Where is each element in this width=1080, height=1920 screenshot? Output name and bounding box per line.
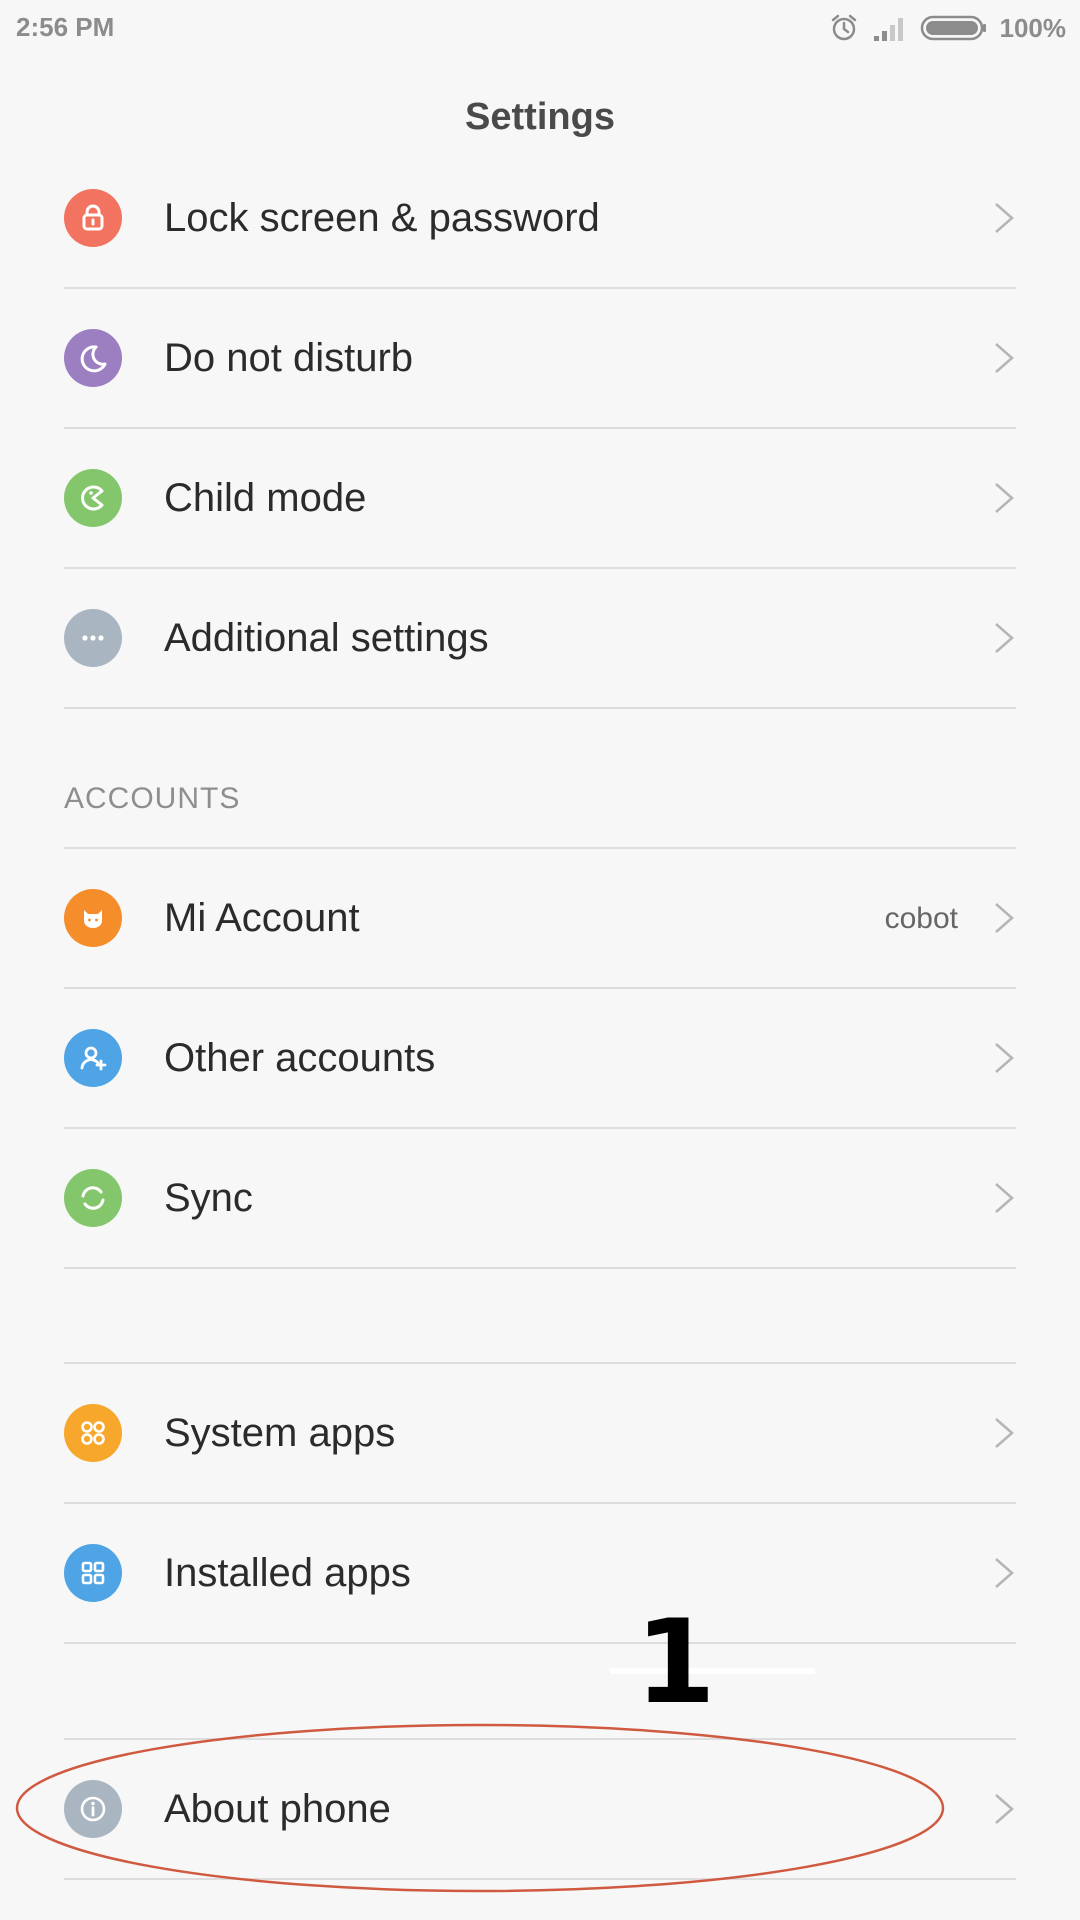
moon-icon — [64, 329, 122, 387]
settings-item-label: Do not disturb — [164, 336, 414, 380]
info-icon — [64, 1780, 122, 1838]
annotation-number: 1 — [635, 1595, 716, 1730]
settings-item-installed-apps[interactable]: Installed apps — [64, 1503, 1016, 1643]
lock-icon — [64, 189, 122, 247]
add-user-icon — [64, 1029, 122, 1087]
more-icon — [64, 609, 122, 667]
settings-item-about-phone[interactable]: About phone — [64, 1739, 1016, 1879]
settings-item-child-mode[interactable]: Child mode — [64, 428, 1016, 568]
chevron-right-icon — [995, 1418, 1014, 1448]
settings-item-other-accounts[interactable]: Other accounts — [64, 988, 1016, 1128]
signal-icon — [873, 18, 903, 41]
alarm-icon — [831, 14, 856, 41]
battery-icon — [920, 15, 986, 41]
system-apps-icon — [64, 1404, 122, 1462]
chevron-right-icon — [995, 203, 1014, 233]
divider — [64, 1878, 1016, 1880]
divider — [64, 1642, 1016, 1644]
settings-item-additional-settings[interactable]: Additional settings — [64, 568, 1016, 708]
sync-icon — [64, 1169, 122, 1227]
divider — [64, 707, 1016, 709]
chevron-right-icon — [995, 623, 1014, 653]
settings-item-mi-account[interactable]: Mi Account cobot — [64, 848, 1016, 988]
settings-item-lock-screen[interactable]: Lock screen & password — [64, 148, 1016, 288]
battery-percent: 100% — [999, 12, 1067, 43]
child-mode-icon — [64, 469, 122, 527]
page-title: Settings — [465, 96, 615, 138]
chevron-right-icon — [995, 483, 1014, 513]
chevron-right-icon — [995, 1183, 1014, 1213]
chevron-right-icon — [995, 343, 1014, 373]
settings-item-label: Lock screen & password — [164, 196, 600, 240]
settings-item-label: Other accounts — [164, 1036, 436, 1080]
settings-item-label: Mi Account — [164, 896, 360, 940]
divider — [64, 1267, 1016, 1269]
installed-apps-icon — [64, 1544, 122, 1602]
settings-item-do-not-disturb[interactable]: Do not disturb — [64, 288, 1016, 428]
chevron-right-icon — [995, 1794, 1014, 1824]
settings-item-label: System apps — [164, 1411, 396, 1455]
settings-item-label: Additional settings — [164, 616, 489, 660]
settings-item-label: Installed apps — [164, 1551, 411, 1595]
status-time: 2:56 PM — [16, 12, 115, 42]
mi-account-value: cobot — [884, 902, 958, 935]
settings-item-system-apps[interactable]: System apps — [64, 1363, 1016, 1503]
status-icons: 100% — [828, 10, 1067, 46]
chevron-right-icon — [995, 1558, 1014, 1588]
status-bar: 2:56 PM 100% — [0, 0, 1080, 56]
section-header-accounts: ACCOUNTS — [64, 782, 241, 815]
settings-item-label: Child mode — [164, 476, 367, 520]
settings-item-label: About phone — [164, 1787, 391, 1831]
chevron-right-icon — [995, 1043, 1014, 1073]
settings-item-sync[interactable]: Sync — [64, 1128, 1016, 1268]
mi-account-icon — [64, 889, 122, 947]
settings-item-label: Sync — [164, 1176, 253, 1220]
chevron-right-icon — [995, 903, 1014, 933]
